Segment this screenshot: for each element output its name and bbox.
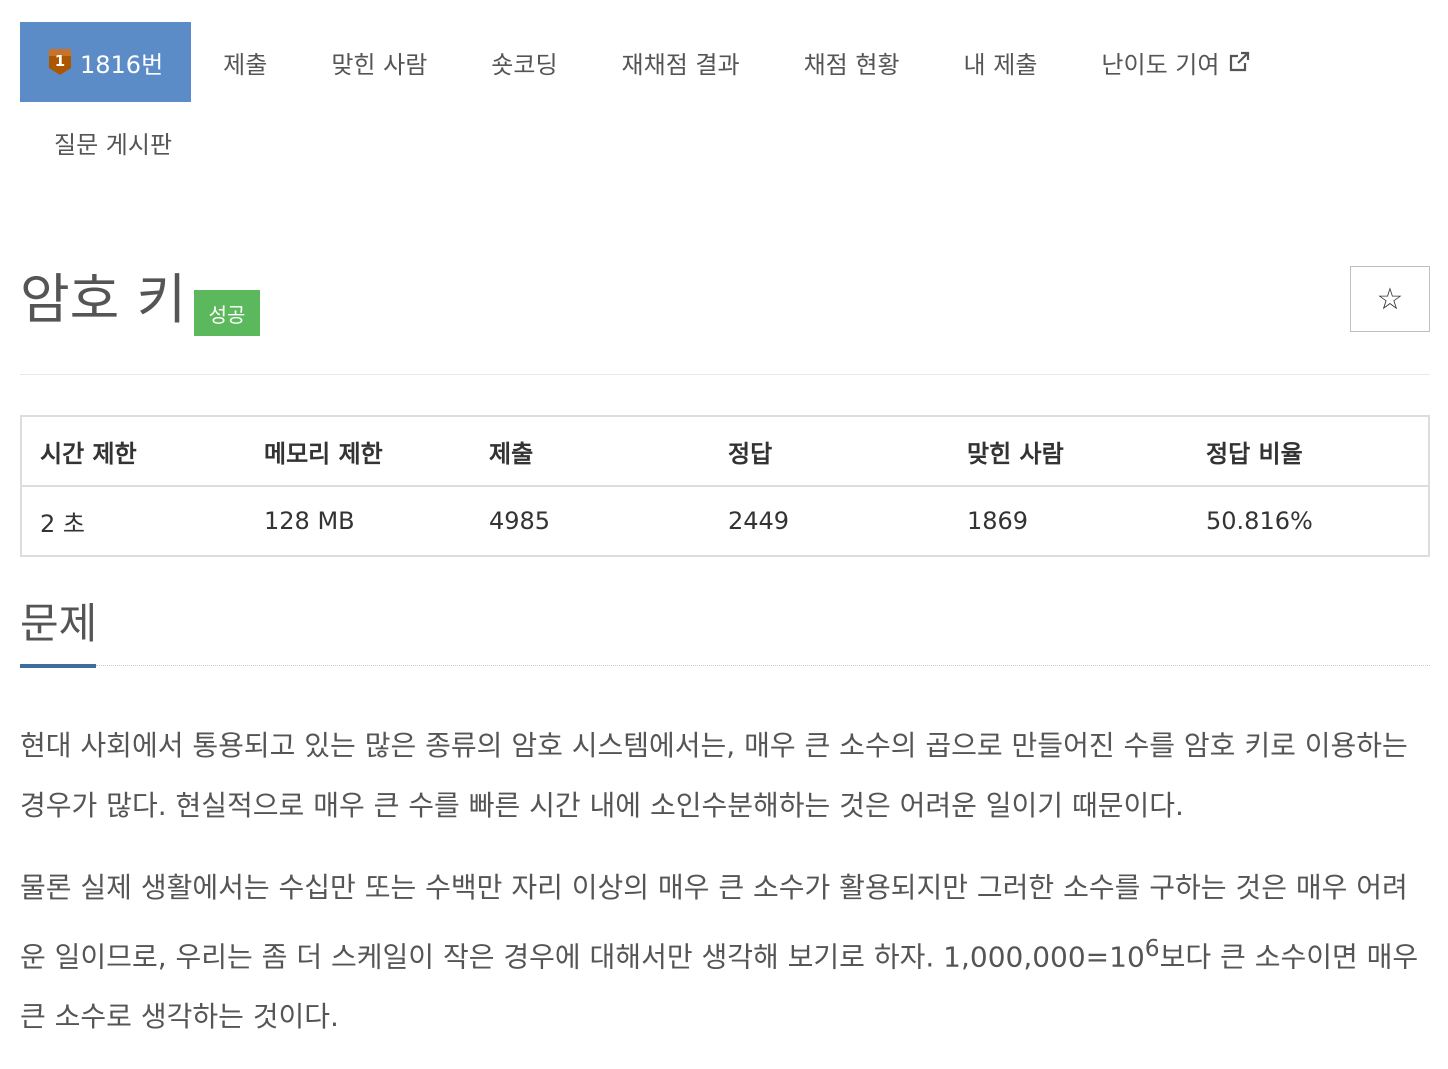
value-submissions: 4985 [489, 507, 551, 535]
value-accepted: 2449 [728, 507, 790, 535]
tab-problem-number[interactable]: 1 1816번 [20, 22, 192, 102]
header-submissions: 제출 [471, 416, 710, 487]
tab-difficulty-contribution-label: 난이도 기여 [1101, 50, 1220, 79]
status-badge: 성공 [194, 290, 260, 336]
tab-submit[interactable]: 제출 [191, 22, 299, 102]
problem-header: 암호 키 성공 ☆ [20, 262, 1430, 375]
section-title: 문제 [20, 599, 98, 648]
value-time-limit: 2 초 [40, 509, 85, 538]
description-paragraph-2: 물론 실제 생활에서는 수십만 또는 수백만 자리 이상의 매우 큰 소수가 활… [20, 858, 1430, 1047]
header-solved-users: 맞힌 사람 [949, 416, 1188, 487]
tab-my-submissions[interactable]: 내 제출 [932, 22, 1070, 102]
tab-solved-users[interactable]: 맞힌 사람 [299, 22, 459, 102]
value-accept-ratio: 50.816% [1206, 507, 1313, 535]
tab-judge-status[interactable]: 채점 현황 [772, 22, 932, 102]
section-divider [96, 665, 1430, 666]
nav-row-secondary: 질문 게시판 [20, 102, 1430, 182]
value-memory-limit: 128 MB [264, 507, 355, 535]
star-icon: ☆ [1376, 281, 1404, 317]
value-solved-users: 1869 [967, 507, 1029, 535]
problem-section-header: 문제 [20, 590, 1430, 668]
nav-row-primary: 1 1816번 제출 맞힌 사람 숏코딩 재채점 결과 채점 현황 내 제출 난… [20, 22, 1430, 102]
problem-navbar: 1 1816번 제출 맞힌 사람 숏코딩 재채점 결과 채점 현황 내 제출 난… [20, 22, 1430, 182]
tab-question-board[interactable]: 질문 게시판 [20, 102, 206, 182]
header-accept-ratio: 정답 비율 [1188, 416, 1429, 487]
tab-short-coding[interactable]: 숏코딩 [459, 22, 589, 102]
favorite-button[interactable]: ☆ [1350, 266, 1430, 332]
exponent: 6 [1144, 934, 1160, 962]
svg-text:1: 1 [55, 52, 65, 70]
problem-info-table: 시간 제한 메모리 제한 제출 정답 맞힌 사람 정답 비율 2 초 128 M… [20, 415, 1430, 557]
section-underline [20, 664, 96, 668]
tab-difficulty-contribution[interactable]: 난이도 기여 [1069, 22, 1283, 102]
external-link-icon [1227, 50, 1251, 74]
table-header-row: 시간 제한 메모리 제한 제출 정답 맞힌 사람 정답 비율 [21, 416, 1429, 487]
description-paragraph-1: 현대 사회에서 통용되고 있는 많은 종류의 암호 시스템에서는, 매우 큰 소… [20, 729, 1408, 822]
header-memory-limit: 메모리 제한 [246, 416, 471, 487]
problem-title: 암호 키 [20, 268, 187, 331]
tab-rejudge-results[interactable]: 재채점 결과 [590, 22, 772, 102]
problem-description: 현대 사회에서 통용되고 있는 많은 종류의 암호 시스템에서는, 매우 큰 소… [20, 716, 1430, 1069]
header-time-limit: 시간 제한 [21, 416, 246, 487]
tab-problem-number-label: 1816번 [80, 50, 164, 79]
header-accepted: 정답 [710, 416, 949, 487]
table-row: 2 초 128 MB 4985 2449 1869 50.816% [21, 486, 1429, 556]
bronze-tier-icon: 1 [48, 48, 72, 76]
